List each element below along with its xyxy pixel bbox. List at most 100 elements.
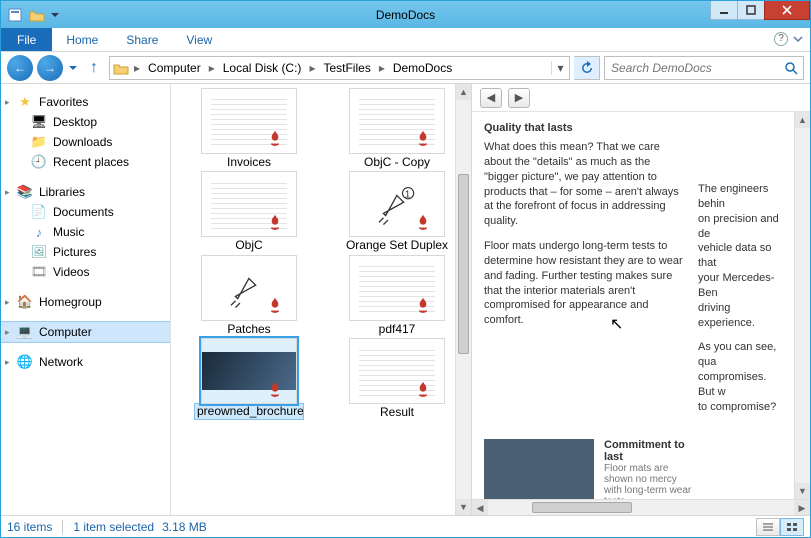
file-name: Result	[380, 404, 414, 419]
file-item[interactable]: Invoices	[179, 88, 319, 169]
address-dropdown-icon[interactable]: ▾	[551, 61, 569, 75]
pdf-icon	[413, 129, 433, 149]
breadcrumb[interactable]: TestFiles	[317, 57, 376, 79]
content-area: Invoices ObjC - CopyObjC1Orange Set Duple…	[171, 84, 810, 515]
file-item[interactable]: ObjC - Copy	[327, 88, 467, 169]
chevron-right-icon[interactable]: ▸	[207, 61, 217, 75]
pdf-icon	[265, 296, 285, 316]
scrollbar-horizontal[interactable]: ◀ ▶	[472, 499, 810, 515]
tab-home[interactable]: Home	[52, 28, 112, 51]
sidebar-item-recent[interactable]: 🕘Recent places	[1, 152, 170, 172]
search-box[interactable]	[604, 56, 804, 80]
sidebar-item-videos[interactable]: 🎞Videos	[1, 262, 170, 282]
scroll-up-icon[interactable]: ▲	[795, 112, 810, 128]
divider	[62, 520, 63, 534]
scroll-thumb[interactable]	[458, 174, 469, 354]
history-dropdown-icon[interactable]	[67, 58, 79, 78]
forward-button[interactable]: →	[37, 55, 63, 81]
pictures-icon: 🖼	[31, 244, 47, 260]
qat-dropdown-icon[interactable]	[49, 5, 61, 25]
file-item[interactable]: Result	[327, 338, 467, 419]
scroll-right-icon[interactable]: ▶	[794, 500, 810, 515]
refresh-button[interactable]	[574, 56, 600, 80]
close-button[interactable]	[764, 1, 810, 20]
minimize-button[interactable]	[710, 1, 738, 20]
qat-properties-icon[interactable]	[5, 5, 25, 25]
chevron-right-icon[interactable]: ▸	[132, 61, 142, 75]
computer-icon: 💻	[17, 324, 33, 340]
sidebar-item-pictures[interactable]: 🖼 Pictures	[1, 242, 170, 262]
scrollbar-vertical[interactable]: ▲ ▼	[455, 84, 471, 515]
navigation-pane: ▸★Favorites 🖥Desktop 📁Downloads 🕘Recent …	[1, 84, 171, 515]
pdf-icon	[265, 129, 285, 149]
sidebar-item-label: Pictures	[53, 245, 96, 259]
preview-toolbar: ◀ ▶	[472, 84, 810, 112]
preview-next-button[interactable]: ▶	[508, 88, 530, 108]
window-controls	[711, 1, 810, 20]
preview-text: Floor mats undergo long-term tests to de…	[484, 239, 684, 328]
search-input[interactable]	[605, 61, 779, 75]
file-name: Patches	[227, 321, 270, 336]
sidebar-group-libraries[interactable]: ▸📚Libraries	[1, 182, 170, 202]
status-item-count: 16 items	[7, 520, 52, 534]
file-tab[interactable]: File	[1, 28, 52, 51]
chevron-right-icon[interactable]: ▸	[307, 61, 317, 75]
search-icon[interactable]	[779, 61, 803, 75]
breadcrumb[interactable]: DemoDocs	[387, 57, 458, 79]
sidebar-item-homegroup[interactable]: ▸🏠Homegroup	[1, 292, 170, 312]
star-icon: ★	[17, 94, 33, 110]
preview-pane: ◀ ▶ Quality that lasts What does this me…	[471, 84, 810, 515]
pdf-icon	[265, 213, 285, 233]
sidebar-label: Network	[39, 355, 83, 369]
pdf-icon	[413, 213, 433, 233]
sidebar-item-computer[interactable]: ▸💻Computer	[1, 322, 170, 342]
details-view-button[interactable]	[756, 518, 780, 536]
desktop-icon: 🖥	[31, 114, 47, 130]
title-bar: DemoDocs	[1, 1, 810, 28]
sidebar-group-favorites[interactable]: ▸★Favorites	[1, 92, 170, 112]
file-item[interactable]: preowned_brochure	[179, 338, 319, 419]
chevron-right-icon[interactable]: ▸	[377, 61, 387, 75]
sidebar-label: Libraries	[39, 185, 85, 199]
sidebar-label: Favorites	[39, 95, 88, 109]
ribbon-tabs: File Home Share View ?	[1, 28, 810, 52]
scroll-thumb[interactable]	[532, 502, 632, 513]
file-item[interactable]: pdf417	[327, 255, 467, 336]
file-item[interactable]: ObjC	[179, 171, 319, 252]
file-list[interactable]: Invoices ObjC - CopyObjC1Orange Set Duple…	[171, 84, 471, 515]
navigation-bar: ← → ↑ ▸ Computer ▸ Local Disk (C:) ▸ Tes…	[1, 52, 810, 84]
help-icon[interactable]: ?	[774, 32, 788, 46]
folder-icon	[110, 61, 132, 75]
sidebar-item-network[interactable]: ▸🌐Network	[1, 352, 170, 372]
back-button[interactable]: ←	[7, 55, 33, 81]
icons-view-button[interactable]	[780, 518, 804, 536]
tab-view[interactable]: View	[172, 28, 226, 51]
minimize-ribbon-icon[interactable]	[792, 33, 804, 45]
file-name: Invoices	[227, 154, 271, 169]
scroll-down-icon[interactable]: ▼	[795, 483, 810, 499]
homegroup-icon: 🏠	[17, 294, 33, 310]
quick-access-toolbar	[1, 5, 61, 25]
scroll-left-icon[interactable]: ◀	[472, 500, 488, 515]
scroll-up-icon[interactable]: ▲	[456, 84, 471, 100]
sidebar-item-downloads[interactable]: 📁Downloads	[1, 132, 170, 152]
scrollbar-vertical[interactable]: ▲ ▼	[794, 112, 810, 499]
file-item[interactable]: 1Orange Set Duplex	[327, 171, 467, 252]
up-button[interactable]: ↑	[83, 57, 105, 79]
breadcrumb[interactable]: Computer	[142, 57, 207, 79]
preview-text: The engineers behin on precision and de …	[698, 182, 784, 330]
tab-share[interactable]: Share	[112, 28, 172, 51]
scroll-down-icon[interactable]: ▼	[456, 499, 471, 515]
preview-prev-button[interactable]: ◀	[480, 88, 502, 108]
address-bar[interactable]: ▸ Computer ▸ Local Disk (C:) ▸ TestFiles…	[109, 56, 570, 80]
main-area: ▸★Favorites 🖥Desktop 📁Downloads 🕘Recent …	[1, 84, 810, 515]
maximize-button[interactable]	[737, 1, 765, 20]
recent-icon: 🕘	[31, 154, 47, 170]
sidebar-item-music[interactable]: ♪Music	[1, 222, 170, 242]
sidebar-item-documents[interactable]: 📄Documents	[1, 202, 170, 222]
breadcrumb[interactable]: Local Disk (C:)	[217, 57, 308, 79]
file-item[interactable]: Patches	[179, 255, 319, 336]
documents-icon: 📄	[31, 204, 47, 220]
qat-new-folder-icon[interactable]	[27, 5, 47, 25]
sidebar-item-desktop[interactable]: 🖥Desktop	[1, 112, 170, 132]
